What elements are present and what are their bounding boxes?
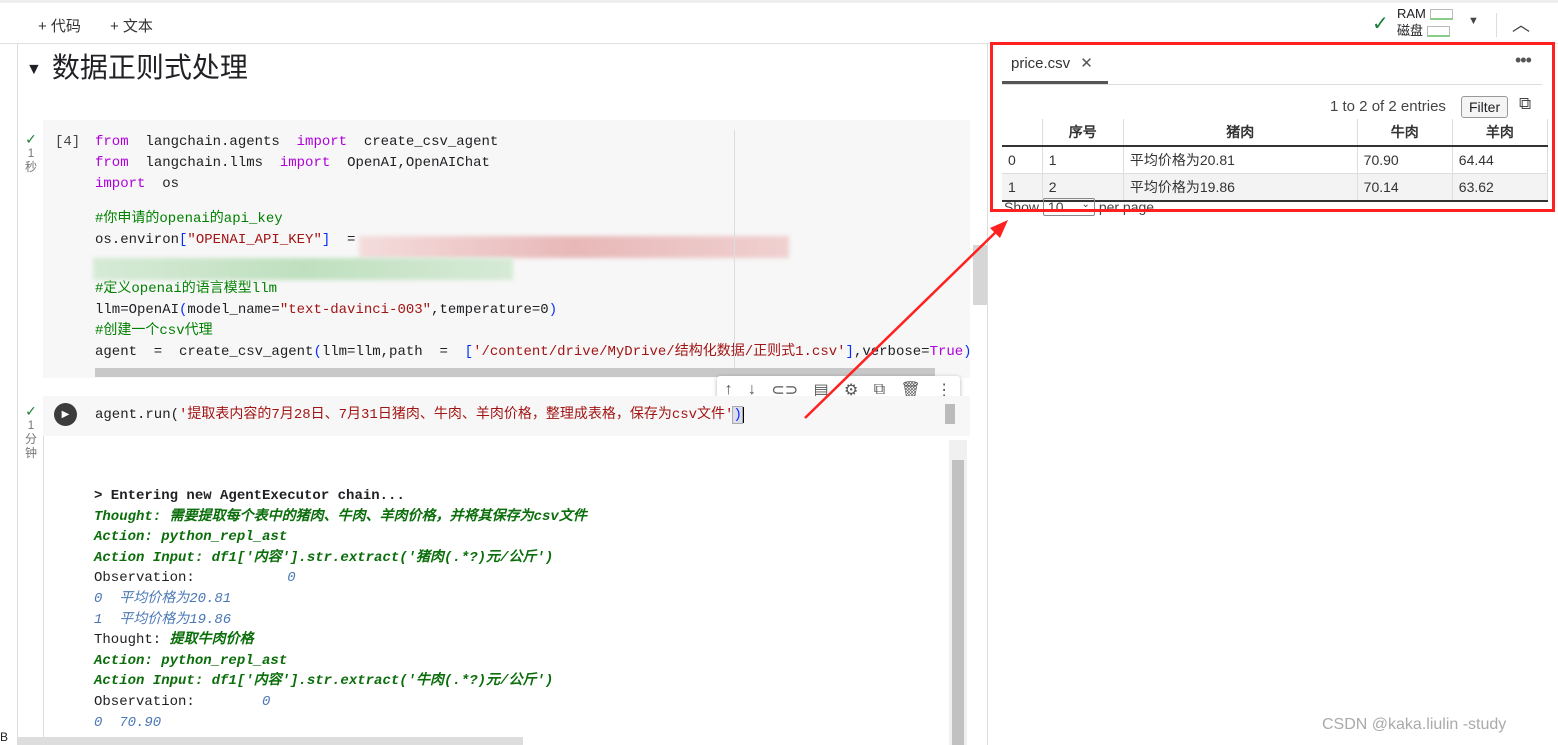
arrow-line <box>804 227 1001 419</box>
annotation-arrow <box>804 220 1008 419</box>
watermark: CSDN @kaka.liulin -study <box>1322 716 1507 733</box>
